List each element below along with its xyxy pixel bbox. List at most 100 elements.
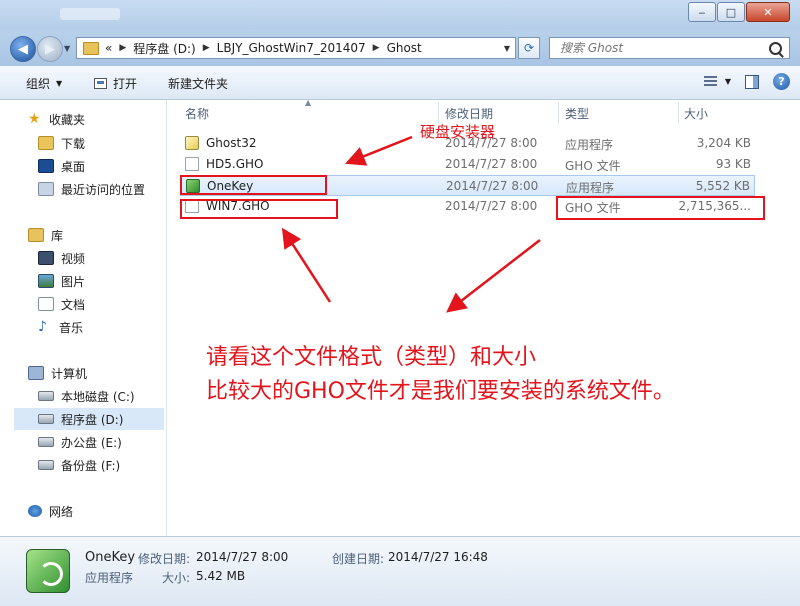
- minimize-button[interactable]: ‒: [688, 2, 716, 22]
- onekey-large-icon: [26, 549, 70, 593]
- organize-button[interactable]: 组织 ▼: [26, 75, 62, 92]
- close-button[interactable]: ✕: [746, 2, 790, 22]
- breadcrumb-overflow[interactable]: «: [105, 41, 112, 55]
- chevron-right-icon[interactable]: ▶: [373, 43, 380, 53]
- network-icon: [28, 505, 42, 517]
- star-icon: ★: [28, 111, 41, 127]
- nav-favorites[interactable]: ★ 收藏夹: [28, 108, 85, 130]
- column-header-size[interactable]: 大小: [684, 102, 708, 124]
- column-divider[interactable]: [678, 102, 679, 124]
- nav-drive-d[interactable]: 程序盘 (D:): [14, 408, 164, 430]
- file-icon: [185, 157, 199, 171]
- breadcrumb-ghost[interactable]: Ghost: [387, 41, 422, 55]
- view-options-icon[interactable]: [703, 75, 717, 88]
- open-button[interactable]: 打开: [94, 75, 137, 92]
- document-icon: [38, 297, 54, 311]
- nav-drive-c[interactable]: 本地磁盘 (C:): [38, 385, 135, 407]
- search-box[interactable]: [549, 37, 790, 59]
- ghost-exe-icon: [185, 136, 199, 150]
- open-icon: [94, 78, 107, 89]
- address-bar[interactable]: « ▶ 程序盘 (D:) ▶ LBJY_GhostWin7_201407 ▶ G…: [76, 37, 516, 59]
- search-input[interactable]: [558, 40, 762, 56]
- column-size-label: 大小: [684, 106, 709, 121]
- file-type: 应用程序: [565, 138, 614, 152]
- recent-places-icon: [38, 182, 54, 196]
- arrow-to-win7-name: [281, 227, 332, 303]
- file-date: 2014/7/27 8:00: [445, 157, 538, 171]
- preview-pane-icon[interactable]: [745, 74, 759, 89]
- refresh-button[interactable]: ⟳: [518, 37, 540, 59]
- picture-icon: [38, 274, 54, 288]
- nav-label: 程序盘 (D:): [61, 412, 124, 427]
- new-folder-label: 新建文件夹: [168, 77, 229, 91]
- file-row[interactable]: HD5.GHO 2014/7/27 8:00 GHO 文件 93 KB: [180, 154, 755, 175]
- nav-drive-e[interactable]: 办公盘 (E:): [38, 431, 122, 453]
- nav-computer[interactable]: 计算机: [28, 362, 87, 384]
- toolbar-right: ▼ ?: [703, 73, 790, 90]
- details-size-label: 大小:: [162, 571, 191, 585]
- address-history-dropdown[interactable]: ▼: [504, 44, 510, 53]
- search-icon[interactable]: [769, 42, 782, 55]
- file-type: GHO 文件: [565, 159, 621, 173]
- details-created-value: 2014/7/27 16:48: [388, 550, 488, 564]
- chevron-down-icon[interactable]: ▼: [725, 77, 731, 86]
- new-folder-button[interactable]: 新建文件夹: [168, 75, 228, 92]
- nav-libraries[interactable]: 库: [28, 224, 63, 246]
- refresh-icon: ⟳: [523, 41, 535, 55]
- chevron-right-icon[interactable]: ▶: [203, 43, 210, 53]
- installer-annotation: 硬盘安装器: [420, 123, 496, 141]
- downloads-folder-icon: [38, 136, 54, 150]
- nav-pictures[interactable]: 图片: [38, 270, 85, 292]
- file-name: Ghost32: [206, 136, 257, 150]
- nav-label: 文档: [61, 297, 86, 312]
- column-header-name[interactable]: 名称: [185, 102, 209, 124]
- nav-label: 图片: [61, 274, 86, 289]
- breadcrumb: « ▶ 程序盘 (D:) ▶ LBJY_GhostWin7_201407 ▶ G…: [105, 40, 422, 57]
- nav-label: 办公盘 (E:): [61, 435, 122, 450]
- details-pane: OneKey 修改日期: 2014/7/27 8:00 创建日期: 2014/7…: [0, 536, 800, 606]
- column-divider[interactable]: [558, 102, 559, 124]
- details-modified-label: 修改日期:: [138, 552, 191, 566]
- music-icon: ♪: [38, 319, 47, 335]
- details-file-name: OneKey: [85, 550, 136, 565]
- highlight-onekey: [180, 175, 327, 195]
- column-name-label: 名称: [185, 106, 210, 121]
- computer-icon: [28, 366, 44, 380]
- annotation-line-1: 请看这个文件格式（类型）和大小: [206, 345, 537, 370]
- help-icon[interactable]: ?: [773, 73, 790, 90]
- nav-music[interactable]: ♪ 音乐: [38, 316, 83, 338]
- nav-drive-f[interactable]: 备份盘 (F:): [38, 454, 120, 476]
- explorer-window: ‒ □ ✕ ◀ ▶ ▼ « ▶ 程序盘 (D:) ▶ LBJY_GhostWin…: [0, 0, 800, 606]
- hard-drive-icon: [38, 414, 54, 424]
- annotation-line-2: 比较大的GHO文件才是我们要安装的系统文件。: [206, 379, 675, 404]
- nav-documents[interactable]: 文档: [38, 293, 85, 315]
- breadcrumb-drive-d[interactable]: 程序盘 (D:): [133, 40, 195, 57]
- recent-pages-dropdown[interactable]: ▼: [64, 44, 70, 53]
- nav-videos[interactable]: 视频: [38, 247, 85, 269]
- nav-downloads[interactable]: 下载: [38, 132, 85, 154]
- hard-drive-icon: [38, 437, 54, 447]
- breadcrumb-folder[interactable]: LBJY_GhostWin7_201407: [217, 41, 366, 55]
- arrow-right-icon: ▶: [45, 41, 55, 57]
- forward-button[interactable]: ▶: [37, 36, 63, 62]
- column-header-type[interactable]: 类型: [565, 102, 589, 124]
- sort-ascending-icon: ▲: [305, 98, 312, 107]
- nav-label: 下载: [61, 136, 86, 151]
- library-icon: [28, 228, 44, 242]
- video-icon: [38, 251, 54, 265]
- nav-label: 本地磁盘 (C:): [61, 389, 135, 404]
- file-name: HD5.GHO: [206, 157, 264, 171]
- back-button[interactable]: ◀: [10, 36, 36, 62]
- maximize-button[interactable]: □: [717, 2, 745, 22]
- folder-icon: [83, 41, 99, 55]
- file-type: 应用程序: [566, 181, 615, 195]
- nav-network[interactable]: 网络: [28, 500, 73, 522]
- details-size-value: 5.42 MB: [196, 569, 246, 583]
- organize-label: 组织: [26, 77, 51, 91]
- nav-label: 音乐: [59, 320, 84, 335]
- nav-label: 库: [51, 228, 64, 243]
- nav-desktop[interactable]: 桌面: [38, 155, 85, 177]
- nav-recent-places[interactable]: 最近访问的位置: [38, 178, 145, 200]
- details-modified-value: 2014/7/27 8:00: [196, 550, 289, 564]
- title-bar: ‒ □ ✕: [0, 0, 800, 30]
